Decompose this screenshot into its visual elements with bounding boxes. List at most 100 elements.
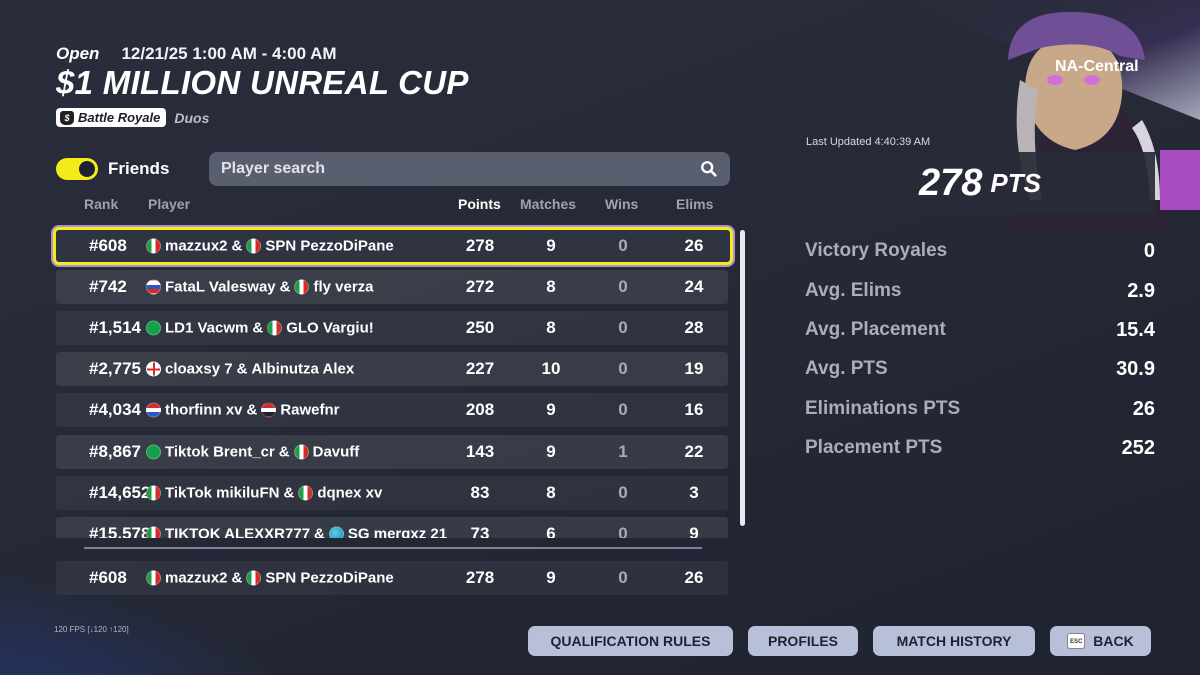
players-cell: Tiktok Brent_cr & Davuff	[146, 444, 359, 461]
player-2-name: SG merqxz 21	[347, 525, 448, 539]
rank-cell: #14,652	[89, 483, 151, 502]
player-2-name: fly verza	[313, 278, 374, 296]
player-2-name: Albinutza Alex	[251, 360, 355, 378]
friends-toggle[interactable]: Friends	[56, 158, 169, 180]
players-cell: thorfinn xv & Rawefnr	[146, 402, 340, 419]
leaderboard-row[interactable]: #742 FataL Valesway & fly verza 272 8 0 24	[56, 270, 728, 304]
flag-it-icon	[293, 444, 309, 460]
ampersand: &	[246, 401, 258, 419]
back-label: BACK	[1093, 633, 1134, 649]
wins-cell: 0	[618, 483, 628, 502]
my-rank-row[interactable]: #608 mazzux2 & SPN PezzoDiPane 278 9 0 26	[56, 561, 728, 595]
flag-ru-icon	[146, 279, 161, 295]
stat-label: Victory Royales	[805, 240, 948, 261]
last-updated-text: Last Updated 4:40:39 AM	[806, 136, 931, 148]
rank-cell: #2,775	[89, 359, 141, 378]
stat-row: Avg. Elims 2.9	[805, 280, 1155, 303]
total-points-value: 278	[919, 161, 983, 204]
flag-it-icon	[298, 485, 314, 501]
flag-eg-icon	[261, 402, 277, 418]
match-history-button[interactable]: MATCH HISTORY	[873, 626, 1035, 656]
matches-cell: 9	[546, 400, 556, 419]
column-header-points[interactable]: Points	[458, 196, 501, 212]
matches-cell: 6	[546, 524, 556, 538]
wins-cell: 0	[618, 568, 628, 587]
mode-label: Battle Royale	[78, 110, 161, 125]
leaderboard-row[interactable]: #608 mazzux2 & SPN PezzoDiPane 278 9 0 26	[53, 227, 733, 265]
matches-cell: 8	[546, 483, 556, 502]
player-search-input[interactable]	[221, 160, 700, 178]
player-search-bar[interactable]	[209, 152, 730, 186]
stat-value: 0	[1143, 240, 1155, 262]
points-cell: 278	[465, 236, 495, 255]
leaderboard-row[interactable]: #2,775 cloaxsy 7 & Albinutza Alex 227 10 0 19	[56, 352, 728, 386]
ampersand: &	[283, 484, 295, 502]
player-2-name: dqnex xv	[317, 484, 383, 502]
elims-cell: 9	[689, 524, 699, 538]
stat-row: Eliminations PTS 26	[805, 398, 1155, 421]
leaderboard-row[interactable]: #4,034 thorfinn xv & Rawefnr 208 9 0 16	[56, 393, 728, 427]
flag-it-icon	[146, 526, 161, 538]
toggle-switch[interactable]	[56, 158, 98, 180]
mode-badge: $ Battle Royale	[56, 108, 167, 127]
team-size-label: Duos	[174, 109, 210, 126]
qualification-rules-button[interactable]: QUALIFICATION RULES	[528, 626, 733, 656]
rank-cell: #8,867	[89, 442, 141, 461]
leaderboard-row[interactable]: #8,867 Tiktok Brent_cr & Davuff 143 9 1 22	[56, 435, 728, 469]
elims-cell: 22	[684, 442, 704, 461]
profiles-label: PROFILES	[767, 633, 838, 649]
player-2-name: Rawefnr	[280, 401, 340, 419]
player-1-name: mazzux2	[165, 237, 228, 255]
fps-counter: 120 FPS [↓120 ↑120]	[54, 625, 129, 634]
players-cell: mazzux2 & SPN PezzoDiPane	[146, 570, 394, 587]
stat-label: Eliminations PTS	[805, 398, 961, 419]
flag-it-icon	[294, 279, 310, 295]
player-1-name: thorfinn xv	[165, 401, 243, 419]
friends-label: Friends	[108, 159, 170, 178]
divider	[84, 547, 702, 549]
wins-cell: 0	[618, 359, 628, 378]
leaderboard-row[interactable]: #15,578 TIKTOK ALEXXR777 & SG merqxz 21 73 6 0…	[56, 517, 728, 538]
rank-cell: #15,578	[89, 524, 151, 538]
ampersand: &	[231, 237, 243, 255]
flag-it-icon	[146, 570, 161, 586]
players-cell: TIKTOK ALEXXR777 & SG merqxz 21	[146, 525, 448, 539]
points-cell: 278	[465, 568, 495, 587]
flag-un-icon	[328, 526, 344, 538]
column-header-matches[interactable]: Matches	[520, 196, 576, 212]
points-cell: 73	[470, 524, 490, 538]
elims-cell: 26	[684, 568, 704, 587]
players-cell: cloaxsy 7 & Albinutza Alex	[146, 361, 354, 378]
elims-cell: 19	[684, 359, 704, 378]
points-cell: 143	[465, 442, 495, 461]
profiles-button[interactable]: PROFILES	[748, 626, 858, 656]
mode-row: $ Battle Royale Duos	[56, 108, 209, 127]
event-meta: Open 12/21/25 1:00 AM - 4:00 AM	[56, 44, 337, 64]
leaderboard-row[interactable]: #1,514 LD1 Vacwm & GLO Vargiu! 250 8 0 28	[56, 311, 728, 345]
player-1-name: TIKTOK ALEXXR777	[165, 525, 311, 539]
stat-value: 2.9	[1127, 280, 1155, 302]
player-2-name: SPN PezzoDiPane	[265, 569, 394, 587]
players-cell: FataL Valesway & fly verza	[146, 279, 374, 296]
stat-row: Avg. Placement 15.4	[805, 319, 1155, 342]
points-cell: 250	[465, 318, 495, 337]
stat-value: 15.4	[1116, 319, 1155, 341]
points-cell: 227	[465, 359, 495, 378]
scrollbar[interactable]	[740, 230, 745, 526]
wins-cell: 0	[618, 318, 628, 337]
qualification-rules-label: QUALIFICATION RULES	[550, 633, 711, 649]
stat-value: 252	[1121, 437, 1155, 459]
esc-key-icon: ESC	[1067, 633, 1086, 649]
page-title: $1 MILLION UNREAL CUP	[56, 64, 469, 101]
column-header-elims[interactable]: Elims	[676, 196, 713, 212]
stat-row: Victory Royales 0	[805, 240, 1155, 263]
flag-sa-icon	[146, 444, 161, 460]
column-header-wins[interactable]: Wins	[605, 196, 638, 212]
leaderboard-row[interactable]: #14,652 TikTok mikiluFN & dqnex xv 83 8 0 3	[56, 476, 728, 510]
players-cell: TikTok mikiluFN & dqnex xv	[146, 485, 382, 502]
back-button[interactable]: ESC BACK	[1050, 626, 1151, 656]
player-1-name: mazzux2	[165, 569, 228, 587]
points-cell: 208	[465, 400, 495, 419]
ampersand: &	[314, 525, 325, 539]
search-icon[interactable]	[700, 160, 718, 178]
